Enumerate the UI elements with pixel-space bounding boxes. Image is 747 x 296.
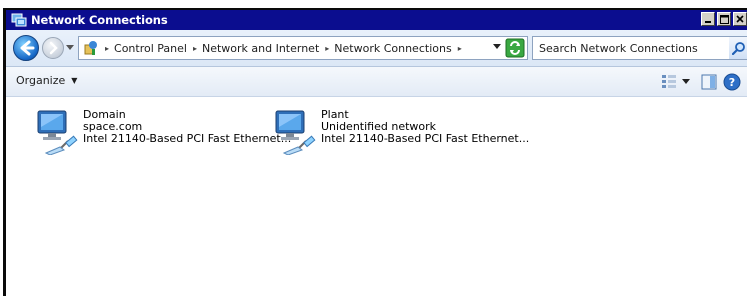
breadcrumb-network-connections[interactable]: Network Connections xyxy=(334,42,451,55)
refresh-icon[interactable] xyxy=(505,38,525,58)
organize-label: Organize xyxy=(16,74,66,87)
breadcrumb-separator[interactable]: ▸ xyxy=(458,44,462,53)
search-button[interactable] xyxy=(729,37,747,59)
breadcrumb-separator[interactable]: ▸ xyxy=(105,44,109,53)
preview-pane-icon[interactable] xyxy=(701,74,717,90)
breadcrumb-separator[interactable]: ▸ xyxy=(193,44,197,53)
connection-details: Plant Unidentified network Intel 21140-B… xyxy=(321,109,529,145)
maximize-icon xyxy=(719,14,729,24)
magnifier-icon xyxy=(732,42,745,55)
help-icon[interactable]: ? xyxy=(723,73,741,91)
forward-arrow-icon xyxy=(49,41,58,55)
connection-adapter: Intel 21140-Based PCI Fast Ethernet... xyxy=(321,132,530,145)
views-button[interactable] xyxy=(661,73,691,89)
network-connections-window: Network Connections ▸ Control Panel ▸ Ne… xyxy=(3,8,747,296)
back-arrow-icon xyxy=(20,40,35,56)
minimize-button[interactable] xyxy=(701,12,715,26)
recent-pages-dropdown-icon[interactable] xyxy=(66,45,74,51)
views-dropdown-icon xyxy=(682,79,690,84)
close-button[interactable] xyxy=(733,12,747,26)
navigation-bar: ▸ Control Panel ▸ Network and Internet ▸… xyxy=(6,30,747,67)
network-connections-app-icon xyxy=(11,13,27,27)
maximize-button[interactable] xyxy=(717,12,731,26)
breadcrumb-control-panel[interactable]: Control Panel xyxy=(114,42,187,55)
connection-item-plant[interactable]: Plant Unidentified network Intel 21140-B… xyxy=(272,109,529,157)
breadcrumb-separator[interactable]: ▸ xyxy=(325,44,329,53)
breadcrumb-network-and-internet[interactable]: Network and Internet xyxy=(202,42,319,55)
forward-button[interactable] xyxy=(42,37,64,59)
svg-text:?: ? xyxy=(729,76,735,89)
caption-buttons xyxy=(699,12,747,26)
views-icon xyxy=(662,75,676,88)
address-history-dropdown-icon[interactable] xyxy=(493,44,501,50)
search-input[interactable]: Search Network Connections xyxy=(539,42,698,55)
address-bar[interactable]: ▸ Control Panel ▸ Network and Internet ▸… xyxy=(78,36,528,60)
minimize-icon xyxy=(705,21,711,23)
back-button[interactable] xyxy=(13,35,39,61)
connections-list: Domain space.com Intel 21140-Based PCI F… xyxy=(6,97,747,296)
connection-item-domain[interactable]: Domain space.com Intel 21140-Based PCI F… xyxy=(34,109,291,157)
title-bar[interactable]: Network Connections xyxy=(6,10,747,30)
control-panel-icon xyxy=(84,41,97,55)
connection-details: Domain space.com Intel 21140-Based PCI F… xyxy=(83,109,291,145)
close-icon xyxy=(736,15,744,23)
command-bar: Organize ▼ ? xyxy=(6,67,747,97)
network-adapter-icon xyxy=(275,110,316,155)
search-box[interactable]: Search Network Connections xyxy=(532,36,747,60)
network-adapter-icon xyxy=(37,110,78,155)
organize-button[interactable]: Organize ▼ xyxy=(16,74,77,87)
connection-adapter: Intel 21140-Based PCI Fast Ethernet... xyxy=(83,132,292,145)
chevron-down-icon: ▼ xyxy=(71,76,78,85)
window-title: Network Connections xyxy=(31,13,168,27)
